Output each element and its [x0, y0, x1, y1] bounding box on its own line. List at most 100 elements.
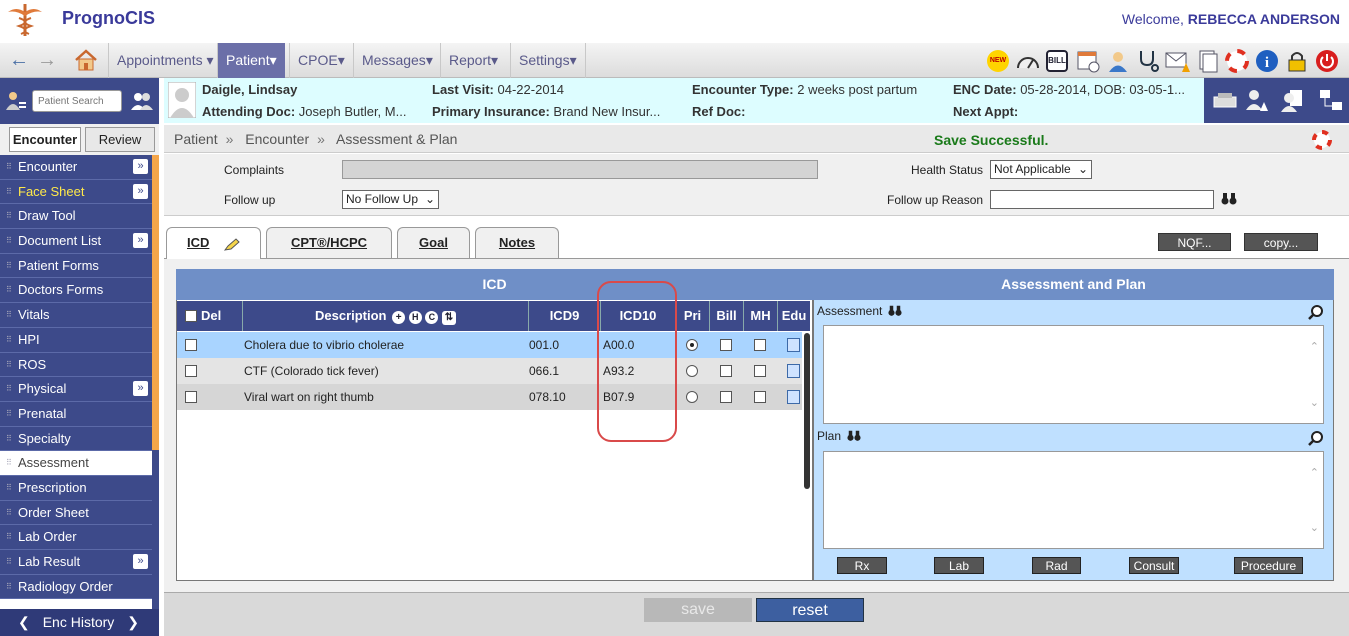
sidebar-item-draw-tool[interactable]: Draw Tool: [0, 204, 152, 230]
sort-icon[interactable]: ⇅: [442, 311, 456, 325]
chronic-button[interactable]: C: [425, 311, 439, 324]
sidebar-item-lab-order[interactable]: Lab Order: [0, 525, 152, 550]
sidebar-item-assessment[interactable]: Assessment: [0, 451, 152, 476]
user-name[interactable]: REBECCA ANDERSON: [1188, 11, 1340, 27]
consult-button[interactable]: Consult: [1129, 557, 1179, 574]
menu-cpoe[interactable]: CPOE▾: [289, 43, 353, 78]
sidebar-item-radiology-order[interactable]: Radiology Order: [0, 574, 152, 600]
sidebar-item-order-sheet[interactable]: Order Sheet: [0, 500, 152, 526]
row-primary-radio[interactable]: [686, 391, 698, 403]
binoculars-icon[interactable]: [1221, 191, 1237, 207]
sidebar-item-prenatal[interactable]: Prenatal: [0, 401, 152, 427]
table-row[interactable]: Viral wart on right thumb 078.10 B07.9: [177, 384, 802, 410]
sidebar-item-document-list[interactable]: Document List»: [0, 229, 152, 254]
row-mh-checkbox[interactable]: [754, 339, 766, 351]
save-button[interactable]: save: [644, 598, 752, 622]
health-status-select[interactable]: Not Applicable ⌄: [990, 160, 1092, 179]
home-icon[interactable]: [74, 49, 98, 71]
tab-icd[interactable]: ICD: [166, 227, 261, 259]
row-mh-checkbox[interactable]: [754, 365, 766, 377]
rx-button[interactable]: Rx: [837, 557, 887, 574]
user-document-icon[interactable]: [1280, 88, 1306, 112]
stethoscope-icon[interactable]: [1136, 49, 1160, 73]
copy-button[interactable]: copy...: [1244, 233, 1318, 251]
binoculars-icon[interactable]: [888, 304, 902, 318]
sidebar-item-patient-forms[interactable]: Patient Forms: [0, 253, 152, 279]
card-reader-icon[interactable]: [1212, 89, 1238, 111]
followup-reason-input[interactable]: [990, 190, 1214, 209]
expand-icon[interactable]: »: [133, 183, 148, 199]
chevron-right-icon[interactable]: ❯: [127, 609, 139, 636]
tab-notes[interactable]: Notes: [475, 227, 559, 258]
table-row[interactable]: Cholera due to vibrio cholerae 001.0 A00…: [177, 332, 802, 358]
menu-patient[interactable]: Patient▾: [217, 43, 285, 78]
menu-messages[interactable]: Messages▾: [353, 43, 441, 78]
patient-list-icon[interactable]: [5, 90, 27, 112]
help-lifebuoy-icon[interactable]: [1311, 129, 1333, 151]
education-icon[interactable]: [787, 390, 800, 404]
chevron-left-icon[interactable]: ❮: [18, 609, 30, 636]
binoculars-icon[interactable]: [847, 429, 861, 443]
expand-icon[interactable]: »: [133, 159, 148, 174]
new-badge-icon[interactable]: NEW: [987, 50, 1009, 72]
power-icon[interactable]: [1315, 49, 1339, 73]
menu-appointments[interactable]: Appointments ▾: [108, 43, 222, 78]
education-icon[interactable]: [787, 364, 800, 378]
zoom-icon[interactable]: [1308, 430, 1324, 446]
calendar-icon[interactable]: [1076, 49, 1100, 73]
bill-icon[interactable]: BILL: [1046, 50, 1068, 72]
sidebar-scrollbar[interactable]: [152, 450, 159, 610]
row-bill-checkbox[interactable]: [720, 391, 732, 403]
row-bill-checkbox[interactable]: [720, 339, 732, 351]
zoom-icon[interactable]: [1308, 304, 1324, 320]
education-icon[interactable]: [787, 338, 800, 352]
user-icon[interactable]: [1106, 49, 1130, 73]
alert-mail-icon[interactable]: [1165, 49, 1191, 73]
expand-icon[interactable]: »: [133, 381, 148, 397]
nqf-button[interactable]: NQF...: [1158, 233, 1231, 251]
row-del-checkbox[interactable]: [185, 391, 197, 403]
row-primary-radio[interactable]: [686, 365, 698, 377]
menu-report[interactable]: Report▾: [440, 43, 506, 78]
expand-icon[interactable]: »: [133, 233, 148, 249]
sidebar-item-vitals[interactable]: Vitals: [0, 303, 152, 328]
row-del-checkbox[interactable]: [185, 365, 197, 377]
followup-select[interactable]: No Follow Up ⌄: [342, 190, 439, 209]
tab-review[interactable]: Review: [85, 127, 155, 152]
tab-encounter[interactable]: Encounter: [9, 127, 81, 152]
assessment-textarea[interactable]: ⌃ ⌄: [823, 325, 1324, 424]
patients-group-icon[interactable]: [130, 91, 154, 111]
lab-button[interactable]: Lab: [934, 557, 984, 574]
icd-scrollbar[interactable]: [804, 333, 810, 489]
tab-cpt-hcpc[interactable]: CPT®/HCPC: [266, 227, 392, 258]
row-del-checkbox[interactable]: [185, 339, 197, 351]
procedure-button[interactable]: Procedure: [1234, 557, 1303, 574]
forward-arrow-icon[interactable]: →: [37, 50, 57, 70]
patient-search-input[interactable]: [32, 90, 122, 112]
complaints-field[interactable]: [342, 160, 818, 179]
row-primary-radio[interactable]: [686, 339, 698, 351]
documents-icon[interactable]: [1196, 49, 1220, 73]
back-arrow-icon[interactable]: ←: [9, 50, 29, 70]
plan-textarea[interactable]: ⌃ ⌄: [823, 451, 1324, 549]
breadcrumb-patient[interactable]: Patient: [174, 131, 218, 147]
dashboard-icon[interactable]: [1015, 50, 1041, 72]
history-button[interactable]: H: [408, 311, 422, 324]
sidebar-item-ros[interactable]: ROS: [0, 352, 152, 378]
tab-goal[interactable]: Goal: [397, 227, 470, 258]
sidebar-item-physical[interactable]: Physical»: [0, 377, 152, 402]
user-warning-icon[interactable]: [1244, 88, 1270, 112]
row-bill-checkbox[interactable]: [720, 365, 732, 377]
lifebuoy-icon[interactable]: [1225, 49, 1249, 73]
add-icd-button[interactable]: +: [392, 311, 406, 324]
rad-button[interactable]: Rad: [1032, 557, 1081, 574]
breadcrumb-encounter[interactable]: Encounter: [245, 131, 309, 147]
expand-icon[interactable]: »: [133, 554, 148, 569]
menu-settings[interactable]: Settings▾: [510, 43, 586, 78]
enc-history-bar[interactable]: ❮ Enc History ❯: [0, 609, 159, 636]
sidebar-item-encounter[interactable]: Encounter»: [0, 155, 152, 180]
network-icon[interactable]: [1318, 88, 1344, 112]
info-icon[interactable]: i: [1255, 49, 1279, 73]
sidebar-item-doctors-forms[interactable]: Doctors Forms: [0, 278, 152, 304]
reset-button[interactable]: reset: [756, 598, 864, 622]
